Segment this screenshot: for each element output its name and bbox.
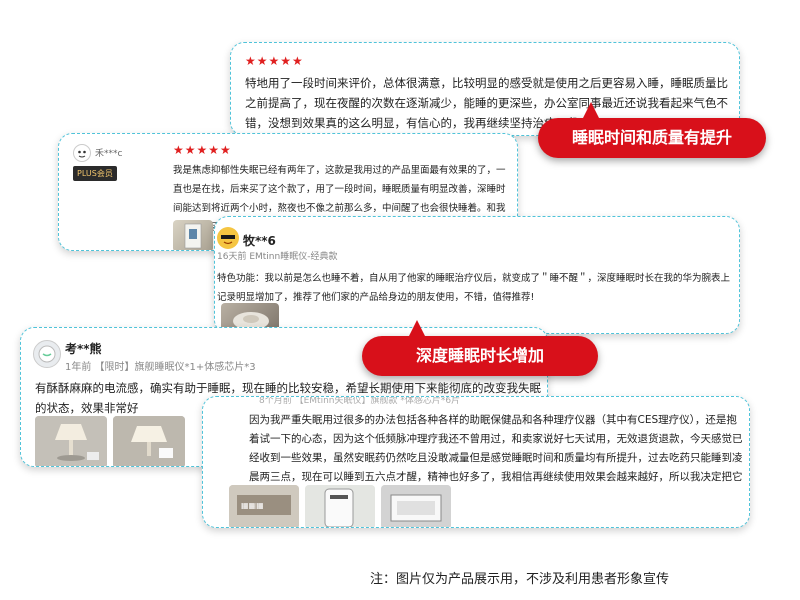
callout-deep-sleep: 深度睡眠时长增加 xyxy=(362,320,598,376)
review-meta: 16天前 EMtinn睡眠仪-经典款 xyxy=(217,252,338,262)
star-rating: ★★★★★ xyxy=(173,143,232,157)
review-photo-lamp-2 xyxy=(113,416,185,466)
review-photo-3 xyxy=(381,485,451,527)
callout-sleep-quality: 睡眠时间和质量有提升 xyxy=(538,102,766,158)
review-meta: 1年前 【限时】旗舰睡眠仪*1+体感芯片*3 xyxy=(65,362,256,373)
svg-text:▦▦▦: ▦▦▦ xyxy=(241,501,264,510)
callout-text: 深度睡眠时长增加 xyxy=(415,346,544,365)
username: 考**熊 xyxy=(65,342,102,356)
review-meta: 8个月前 【EMtinn失眠仪】旗舰款 *体感芯片*6片 xyxy=(259,396,461,406)
disclaimer: 注：图片仅为产品展示用，不涉及利用患者形象宣传 xyxy=(370,572,670,587)
review-text: 因为我严重失眠用过很多的办法包括各种各样的助眠保健品和各种理疗仪器（其中有CES… xyxy=(249,414,743,483)
avatar xyxy=(33,340,61,368)
review-text: 特色功能：我以前是怎么也睡不着，自从用了他家的睡眠治疗仪后，就变成了＂睡不醒＂，… xyxy=(217,273,731,303)
plus-member-badge: PLUS会员 xyxy=(73,166,117,181)
star-rating: ★★★★★ xyxy=(245,54,304,68)
review-photo-1: ▦▦▦ xyxy=(229,485,299,527)
avatar xyxy=(217,227,239,249)
review-card-3: 牧**6 16天前 EMtinn睡眠仪-经典款 特色功能：我以前是怎么也睡不着，… xyxy=(214,216,740,334)
username: 牧**6 xyxy=(243,234,276,248)
username: 禾***c xyxy=(95,149,123,159)
callout-text: 睡眠时间和质量有提升 xyxy=(571,128,732,147)
review-photo-2 xyxy=(305,485,375,527)
avatar xyxy=(73,144,91,162)
callout-pointer xyxy=(582,102,600,120)
review-card-5: 8个月前 【EMtinn失眠仪】旗舰款 *体感芯片*6片 因为我严重失眠用过很多… xyxy=(202,396,750,528)
review-photo xyxy=(173,220,213,250)
callout-pointer xyxy=(408,320,426,338)
review-photo-lamp xyxy=(35,416,107,466)
